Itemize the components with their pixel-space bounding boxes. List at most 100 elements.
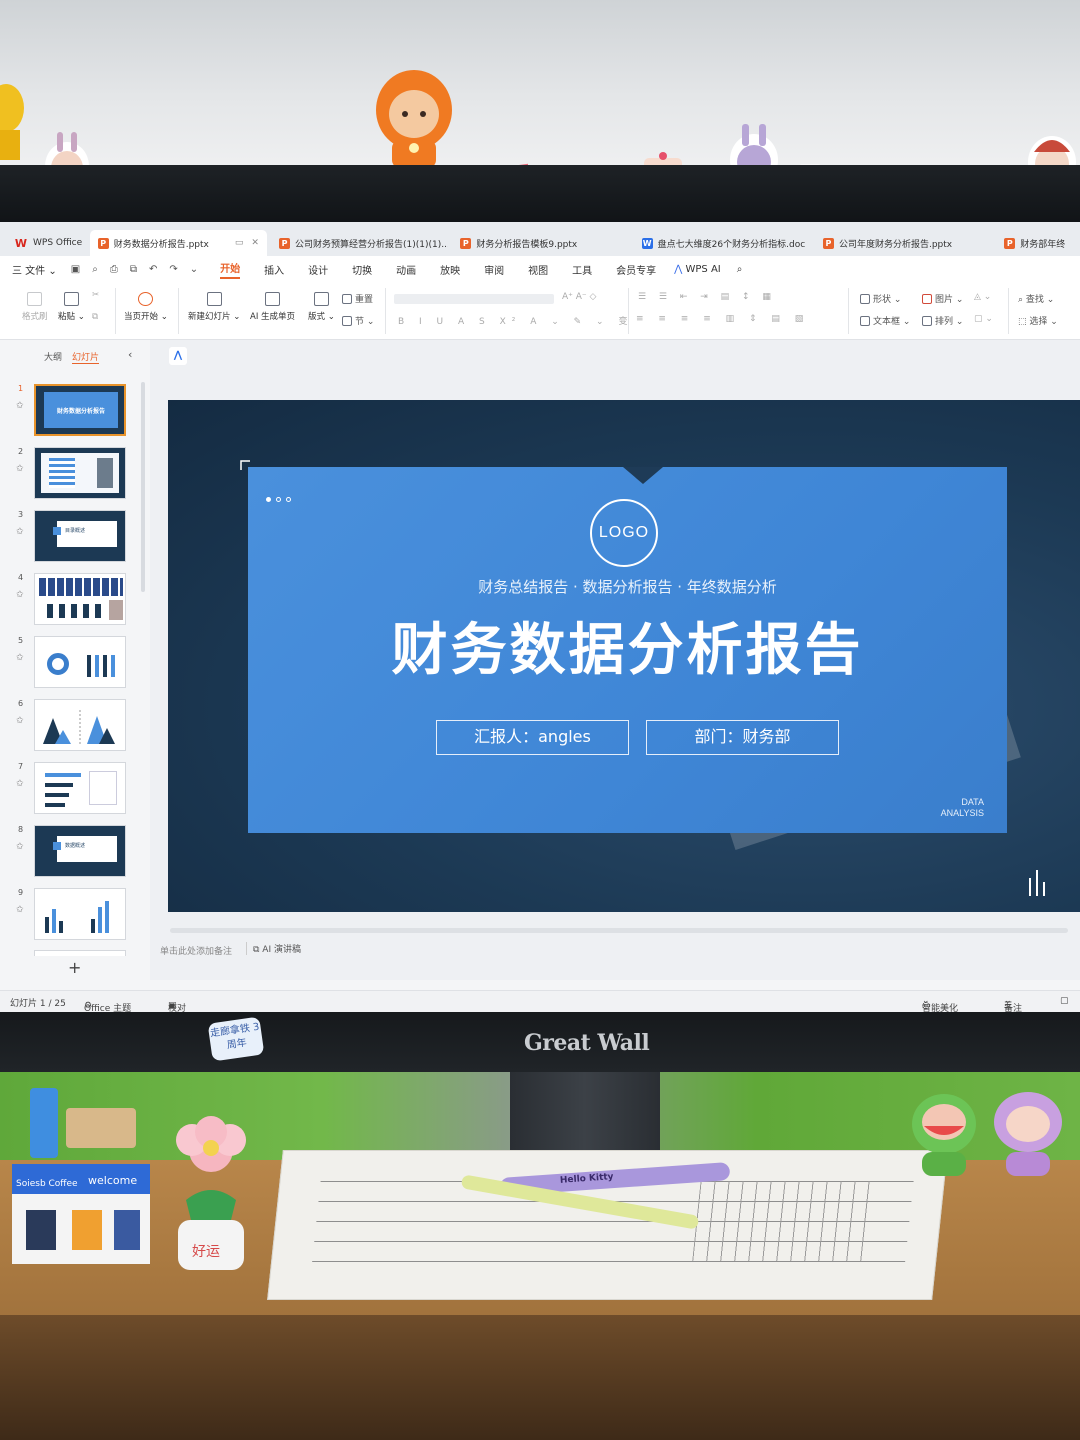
slide-thumbnail-row[interactable]: 4 ✩ bbox=[0, 573, 148, 629]
fill-button[interactable]: ◬ ⌄ bbox=[974, 292, 991, 302]
slide-thumbnail-row[interactable]: 5 ✩ bbox=[0, 636, 148, 692]
tab-slides[interactable]: 幻灯片 bbox=[72, 350, 100, 364]
print-icon[interactable]: ⎙ bbox=[110, 264, 118, 275]
outline-button[interactable]: ▢ ⌄ bbox=[974, 314, 993, 324]
tab-document[interactable]: W 盘点七大维度26个财务分析指标.doc bbox=[634, 230, 811, 256]
slide-thumbnail[interactable] bbox=[34, 762, 126, 814]
slide-1[interactable]: LOGO 财务总结报告 · 数据分析报告 · 年终数据分析 财务数据分析报告 汇… bbox=[168, 400, 1080, 912]
tab-tools[interactable]: 工具 bbox=[572, 262, 592, 277]
collapse-panel-icon[interactable]: ‹ bbox=[128, 348, 132, 361]
horizontal-scrollbar[interactable] bbox=[170, 928, 1068, 933]
slide-number: 6 bbox=[18, 699, 24, 708]
star-icon[interactable]: ✩ bbox=[16, 842, 24, 852]
redo-icon[interactable]: ↷ bbox=[169, 264, 177, 275]
tab-current-document[interactable]: P 财务数据分析报告.pptx ▭ ✕ bbox=[89, 230, 268, 256]
comment-icon[interactable]: ▢ bbox=[1060, 996, 1069, 1006]
star-icon[interactable]: ✩ bbox=[16, 779, 24, 789]
wps-presentation-window: W WPS Office P 财务数据分析报告.pptx ▭ ✕ P 公司财务预… bbox=[0, 222, 1080, 1012]
monitor-icon[interactable]: ▭ bbox=[235, 238, 244, 248]
tab-view[interactable]: 视图 bbox=[528, 262, 548, 277]
print-preview-icon[interactable]: ⧉ bbox=[130, 264, 137, 275]
shape-button[interactable]: 形状 ⌄ bbox=[860, 292, 901, 305]
ai-speech-notes-button[interactable]: ⧉ AI 演讲稿 bbox=[246, 942, 301, 955]
ribbon-toolbar: 格式刷 粘贴 ⌄ ✂ ⧉ 当页开始 ⌄ 新建幻灯片 ⌄ AI 生成单页 版式 ⌄… bbox=[0, 282, 1080, 340]
search-icon[interactable]: ⌕ bbox=[737, 264, 743, 275]
tab-review[interactable]: 审阅 bbox=[484, 262, 504, 277]
share-icon[interactable]: ⌕ bbox=[92, 264, 98, 275]
section-button[interactable]: 节 ⌄ bbox=[342, 314, 374, 327]
copy-button[interactable]: ⧉ bbox=[92, 312, 98, 322]
slide-thumbnail-row[interactable]: 2 ✩ bbox=[0, 447, 148, 503]
paragraph-align-buttons[interactable]: ≡ ≡ ≡ ≡ ▥ ⇕ ▤ ▧ bbox=[636, 314, 809, 324]
font-family-select[interactable] bbox=[394, 294, 554, 304]
paste-button[interactable]: 粘贴 ⌄ bbox=[58, 292, 85, 322]
chevron-down-icon[interactable]: ⌄ bbox=[190, 264, 198, 275]
ai-assistant-icon[interactable]: ⋀ bbox=[169, 347, 187, 365]
notes-toggle-button[interactable]: ☰ 备注 ⌄ bbox=[1004, 996, 1022, 1012]
star-icon[interactable]: ✩ bbox=[16, 653, 24, 663]
slide-thumbnail[interactable] bbox=[34, 888, 126, 940]
tab-insert[interactable]: 插入 bbox=[264, 262, 284, 277]
slide-canvas: ⋀ LOGO 财务总结报告 · 数据分析报告 · 年终数据分析 财务数据分析报告… bbox=[150, 340, 1080, 980]
slide-thumbnail[interactable] bbox=[34, 573, 126, 625]
format-painter-button[interactable]: 格式刷 bbox=[22, 292, 48, 322]
arrange-button[interactable]: 排列 ⌄ bbox=[922, 314, 963, 327]
slide-thumbnail[interactable] bbox=[34, 447, 126, 499]
reset-button[interactable]: 重置 bbox=[342, 292, 373, 305]
select-button[interactable]: ⬚ 选择 ⌄ bbox=[1018, 314, 1058, 327]
close-icon[interactable]: ✕ bbox=[251, 238, 259, 248]
tab-document[interactable]: P 公司财务预算经营分析报告(1)(1)(1)... bbox=[271, 230, 448, 256]
shop-welcome-sign: welcome bbox=[88, 1174, 137, 1187]
panel-scrollbar[interactable] bbox=[141, 382, 145, 592]
layout-button[interactable]: 版式 ⌄ bbox=[308, 292, 335, 322]
star-icon[interactable]: ✩ bbox=[16, 527, 24, 537]
add-slide-button[interactable]: + bbox=[68, 958, 81, 977]
save-icon[interactable]: ▣ bbox=[71, 264, 80, 275]
tab-outline[interactable]: 大纲 bbox=[44, 350, 62, 363]
textbox-button[interactable]: 文本框 ⌄ bbox=[860, 314, 910, 327]
picture-button[interactable]: 图片 ⌄ bbox=[922, 292, 963, 305]
tab-member[interactable]: 会员专享 bbox=[616, 262, 656, 277]
smart-beautify-button[interactable]: ◎ 智能美化 ⌄ bbox=[922, 996, 958, 1012]
tab-design[interactable]: 设计 bbox=[308, 262, 328, 277]
ai-generate-slide-button[interactable]: AI 生成单页 bbox=[250, 292, 295, 322]
slide-thumbnail-row[interactable]: 7 ✩ bbox=[0, 762, 148, 818]
slide-thumbnail[interactable] bbox=[34, 636, 126, 688]
tab-animations[interactable]: 动画 bbox=[396, 262, 416, 277]
list-buttons[interactable]: ☰ ☰ ⇤ ⇥ ▤ ↕ ▦ bbox=[638, 292, 776, 302]
slide-thumbnail[interactable]: 目录概述 bbox=[34, 510, 126, 562]
slide-thumbnail[interactable]: 数据概述 bbox=[34, 825, 126, 877]
cut-button[interactable]: ✂ bbox=[92, 290, 99, 300]
slide-thumbnail-row[interactable]: 9 ✩ bbox=[0, 888, 148, 944]
tab-document[interactable]: P 公司年度财务分析报告.pptx bbox=[815, 230, 992, 256]
ppt-file-icon: P bbox=[1004, 237, 1016, 249]
slide-thumbnail[interactable]: 财务数据分析报告 bbox=[34, 384, 126, 436]
thumb-bar-3 bbox=[45, 793, 69, 797]
slide-thumbnail[interactable] bbox=[34, 699, 126, 751]
play-from-current-button[interactable]: 当页开始 ⌄ bbox=[124, 292, 168, 322]
tab-document[interactable]: P 财务分析报告模板9.pptx bbox=[452, 230, 629, 256]
slide-thumbnail-row[interactable]: 8 ✩ 数据概述 bbox=[0, 825, 148, 881]
file-menu[interactable]: 三 文件 ⌄ bbox=[12, 262, 57, 277]
font-style-buttons[interactable]: B I U A S X² A ⌄ ✎ ⌄ 变 bbox=[398, 314, 633, 327]
slide-thumbnail-row[interactable]: 1 ✩ 财务数据分析报告 bbox=[0, 384, 148, 440]
new-slide-button[interactable]: 新建幻灯片 ⌄ bbox=[188, 292, 240, 322]
tab-document[interactable]: P 财务部年终 bbox=[996, 230, 1076, 256]
undo-icon[interactable]: ↶ bbox=[149, 264, 157, 275]
tab-home[interactable]: 开始 bbox=[220, 260, 241, 279]
slide-thumbnail-row[interactable]: 3 ✩ 目录概述 bbox=[0, 510, 148, 566]
notes-placeholder[interactable]: 单击此处添加备注 bbox=[160, 944, 232, 957]
tab-slideshow[interactable]: 放映 bbox=[440, 262, 460, 277]
star-icon[interactable]: ✩ bbox=[16, 905, 24, 915]
wps-ai-button[interactable]: ⋀ WPS AI bbox=[674, 264, 721, 275]
star-icon[interactable]: ✩ bbox=[16, 464, 24, 474]
font-size-buttons[interactable]: A⁺ A⁻ ◇ bbox=[562, 292, 596, 302]
tab-transitions[interactable]: 切换 bbox=[352, 262, 372, 277]
slide-thumbnail-row[interactable]: 6 ✩ bbox=[0, 699, 148, 755]
tab-wps-office[interactable]: W WPS Office bbox=[6, 230, 86, 256]
star-icon[interactable]: ✩ bbox=[16, 401, 24, 411]
find-button[interactable]: ⌕ 查找 ⌄ bbox=[1018, 292, 1054, 305]
textbox-icon bbox=[860, 316, 870, 326]
star-icon[interactable]: ✩ bbox=[16, 590, 24, 600]
star-icon[interactable]: ✩ bbox=[16, 716, 24, 726]
